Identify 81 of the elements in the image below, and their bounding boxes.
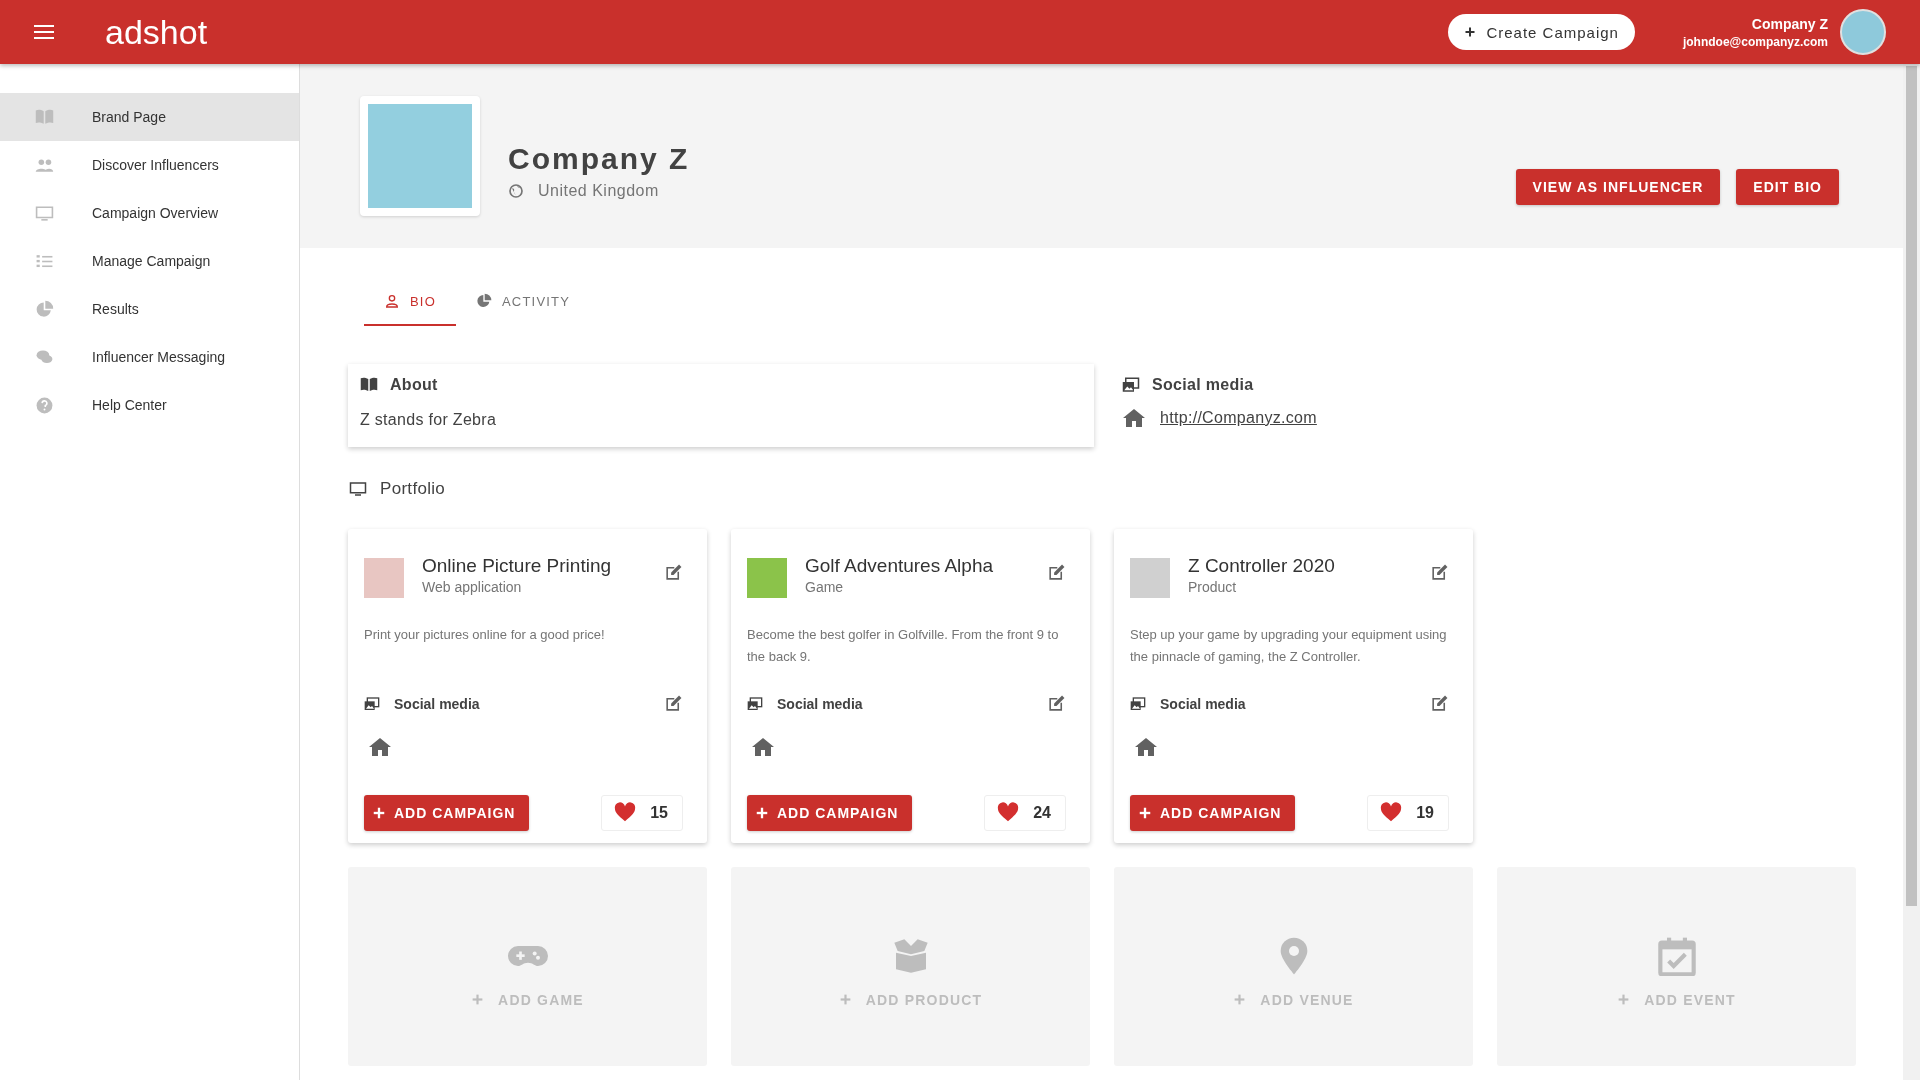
section-title: Social media [1152, 376, 1254, 394]
create-campaign-button[interactable]: Create Campaign [1448, 14, 1635, 50]
pie-chart-icon [35, 299, 54, 319]
logo[interactable]: adshot [105, 12, 208, 52]
like-counter[interactable]: 19 [1367, 795, 1449, 831]
globe-icon [508, 183, 524, 199]
sidebar-item[interactable]: Influencer Messaging [0, 333, 299, 381]
plus-icon [1617, 993, 1631, 1006]
photos-icon [1130, 695, 1146, 712]
book-icon [35, 107, 54, 127]
photo-placeholder [1130, 558, 1170, 598]
sidebar-item[interactable]: Discover Influencers [0, 141, 299, 189]
plus-icon [755, 806, 769, 820]
add-campaign-button[interactable]: ADD CAMPAIGN [747, 795, 913, 831]
home-icon[interactable] [1134, 735, 1158, 759]
card-description: Become the best golfer in Golfville. From the front 9 to the back 9. [747, 626, 1060, 666]
action-button[interactable]: VIEW AS INFLUENCER [1515, 169, 1721, 205]
scrollbar-thumb[interactable] [1906, 66, 1917, 906]
plus-icon [471, 993, 485, 1006]
card-description: Step up your game by upgrading your equipment using the pinnacle of gaming, the Z Controller. [1130, 626, 1448, 666]
photo-placeholder [364, 558, 404, 598]
section-title: Social media [394, 695, 480, 712]
edit-icon[interactable] [1430, 694, 1449, 713]
add-campaign-button[interactable]: ADD CAMPAIGN [364, 795, 530, 831]
card-type: Game [805, 579, 845, 595]
edit-icon[interactable] [664, 563, 683, 582]
sidebar-item[interactable]: Campaign Overview [0, 189, 299, 237]
edit-icon[interactable] [1047, 694, 1066, 713]
action-button[interactable]: EDIT BIO [1736, 169, 1839, 205]
help-icon [35, 395, 54, 415]
home-icon[interactable] [751, 735, 775, 759]
tab[interactable]: ACTIVITY [456, 278, 591, 326]
photo-placeholder [747, 558, 787, 598]
photos-icon [364, 695, 380, 712]
user-email: johndoe@companyz.com [1682, 34, 1828, 49]
section-title: Social media [777, 695, 863, 712]
monitor-icon [35, 203, 54, 223]
sidebar-item[interactable]: Manage Campaign [0, 237, 299, 285]
like-counter[interactable]: 15 [601, 795, 683, 831]
company-name: Company Z [508, 142, 690, 176]
plus-icon [1464, 26, 1477, 38]
edit-icon[interactable] [1047, 563, 1066, 582]
plus-icon [1233, 993, 1247, 1006]
sidebar-item[interactable]: Results [0, 285, 299, 333]
photos-icon [747, 695, 763, 712]
card-description: Print your pictures online for a good price! [364, 626, 606, 644]
section-title: Portfolio [380, 479, 446, 499]
sidebar-item[interactable]: Brand Page [0, 93, 299, 141]
website-link[interactable]: http://Companyz.com [1160, 409, 1317, 427]
book-icon [360, 376, 378, 394]
user-name: Company Z [1751, 15, 1828, 32]
plus-icon [838, 993, 852, 1006]
home-icon[interactable] [368, 735, 392, 759]
section-title: Social media [1160, 695, 1246, 712]
heart-icon [614, 802, 637, 824]
like-counter[interactable]: 24 [984, 795, 1066, 831]
sidebar-item[interactable]: Help Center [0, 381, 299, 429]
edit-icon[interactable] [1430, 563, 1449, 582]
card-type: Web application [422, 579, 523, 595]
photos-icon [1122, 376, 1140, 394]
monitor-icon [348, 480, 368, 498]
plus-icon [1138, 806, 1152, 820]
heart-icon [997, 802, 1020, 824]
card-title: Z Controller 2020 [1188, 555, 1336, 577]
country: United Kingdom [538, 182, 659, 200]
card-type: Product [1188, 579, 1238, 595]
section-title: About [390, 376, 438, 394]
card-title: Online Picture Printing [422, 555, 613, 577]
home-icon[interactable] [1122, 406, 1146, 430]
edit-icon[interactable] [664, 694, 683, 713]
scrollbar[interactable] [1903, 64, 1920, 1080]
card-title: Golf Adventures Alpha [805, 555, 994, 577]
add-campaign-button[interactable]: ADD CAMPAIGN [1130, 795, 1296, 831]
pie-chart-icon [476, 293, 492, 309]
avatar[interactable] [1840, 9, 1886, 55]
heart-icon [1380, 802, 1403, 824]
about-text: Z stands for Zebra [360, 411, 498, 429]
tab[interactable]: BIO [364, 278, 456, 326]
menu-icon[interactable] [34, 25, 54, 39]
plus-icon [372, 806, 386, 820]
person-icon [384, 293, 400, 309]
